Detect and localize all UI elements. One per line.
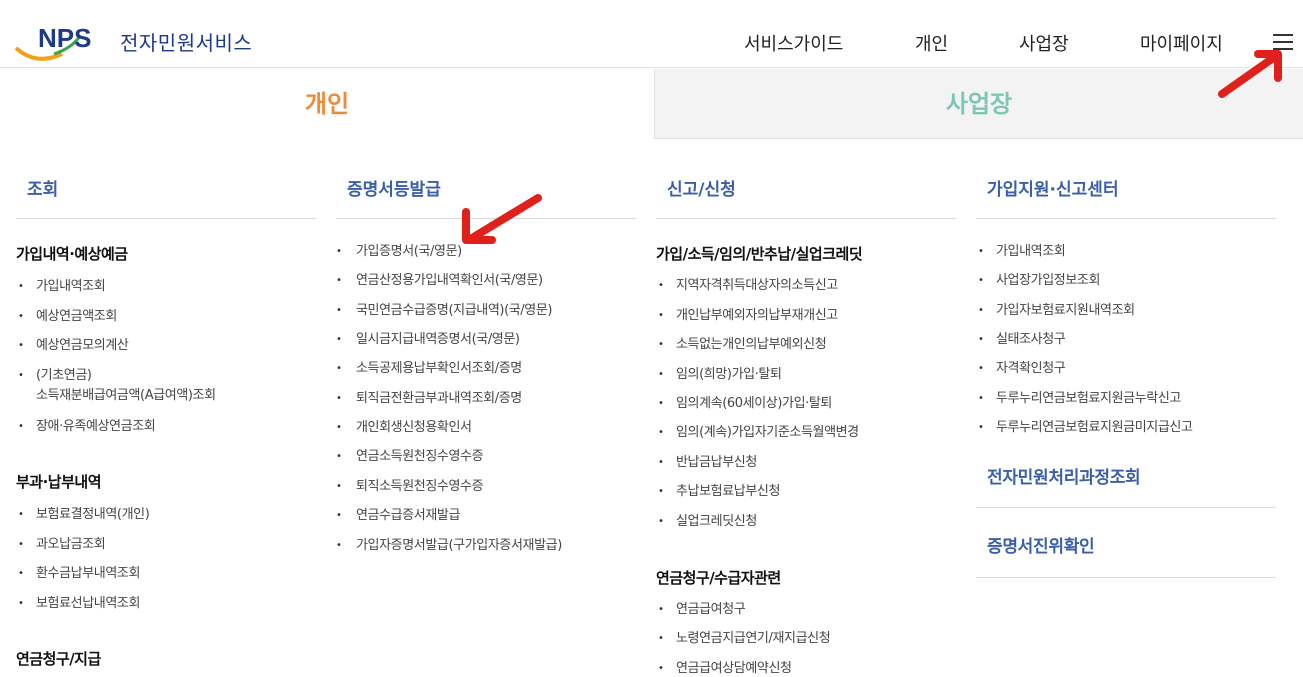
tab-business[interactable]: 사업장 (654, 69, 1303, 139)
list-item[interactable]: • 노령연금지급연기/재지급신청 (658, 629, 831, 649)
column-title: 증명서등발급 (347, 180, 441, 200)
list-item[interactable]: • 퇴직금전환금부과내역조회/증명 (336, 389, 522, 409)
column-title: 신고/신청 (667, 180, 736, 200)
list-item[interactable]: • 반납금납부신청 (658, 453, 757, 473)
list-item[interactable]: • 과오납금조회 (18, 535, 106, 555)
list-item[interactable]: • 개인납부예외자의납부재개신고 (658, 306, 838, 326)
site-header: NPS 전자민원서비스 서비스가이드 개인 사업장 마이페이지 (0, 0, 1303, 68)
list-item[interactable]: • 국민연금수급증명(지급내역)(국/영문) (336, 301, 552, 321)
list-item[interactable]: • 연금수급증서재발급 (336, 506, 460, 526)
list-item[interactable]: • 임의계속(60세이상)가입·탈퇴 (658, 394, 832, 414)
list-item[interactable]: • 연금소득원천징수영수증 (336, 447, 484, 467)
tab-personal[interactable]: 개인 (0, 69, 654, 139)
section-title: 부과·납부내역 (16, 473, 102, 491)
logo-text: NPS (38, 23, 91, 53)
list-item[interactable]: • 예상연금액조회 (18, 307, 117, 327)
list-item[interactable]: • 연금급여청구 (658, 600, 746, 620)
list-item[interactable]: • 개인회생신청용확인서 (336, 418, 472, 438)
section-title: 연금청구/수급자관련 (656, 569, 781, 587)
list-item[interactable]: • 실업크레딧신청 (658, 512, 757, 532)
list-item[interactable]: • 연금급여상담예약신청 (658, 659, 792, 677)
service-name: 전자민원서비스 (120, 31, 253, 55)
nav-business[interactable]: 사업장 (1019, 30, 1069, 56)
list-item[interactable]: • 임의(희망)가입·탈퇴 (658, 365, 782, 385)
divider (976, 218, 1276, 219)
nps-logo[interactable]: NPS 전자민원서비스 (14, 22, 254, 68)
list-item[interactable]: • 일시금지급내역증명서(국/영문) (336, 330, 520, 350)
list-item[interactable]: • 지역자격취득대상자의소득신고 (658, 276, 838, 296)
section-title: 가입/소득/임의/반추납/실업크레딧 (656, 245, 863, 263)
list-item[interactable]: • 임의(계속)가입자기준소득월액변경 (658, 423, 859, 443)
divider (976, 577, 1276, 578)
list-item[interactable]: • 환수금납부내역조회 (18, 564, 140, 584)
nav-mypage[interactable]: 마이페이지 (1140, 30, 1223, 56)
list-item[interactable]: • 연금산정용가입내역확인서(국/영문) (336, 271, 543, 291)
list-item[interactable]: • 두루누리연금보험료지원금미지급신고 (978, 418, 1193, 438)
nav-service-guide[interactable]: 서비스가이드 (744, 30, 843, 56)
red-arrow-icon (462, 194, 542, 244)
list-item[interactable]: • 보험료결정내역(개인) (18, 505, 150, 525)
list-item[interactable]: • 두루누리연금보험료지원금누락신고 (978, 389, 1181, 409)
list-item[interactable]: • (기초연금) 소득재분배급여금액(A급여액)조회 (18, 366, 216, 406)
list-item[interactable]: • 실태조사청구 (978, 330, 1066, 350)
section-title: 가입내역·예상예금 (16, 245, 128, 263)
link-certificate-verify[interactable]: 증명서진위확인 (987, 532, 1095, 557)
section-title: 연금청구/지급 (16, 650, 101, 668)
list-item[interactable]: • 예상연금모의계산 (18, 336, 129, 356)
list-item[interactable]: • 자격확인청구 (978, 359, 1066, 379)
list-item[interactable]: • 가입내역조회 (18, 277, 106, 297)
list-item[interactable]: • 가입자증명서발급(구가입자증서재발급) (336, 536, 562, 556)
divider (656, 218, 956, 219)
nav-personal[interactable]: 개인 (915, 30, 948, 56)
column-title: 가입지원·신고센터 (987, 180, 1119, 200)
list-item[interactable]: • 보험료선납내역조회 (18, 594, 140, 614)
column-title: 조회 (27, 180, 59, 200)
list-item[interactable]: • 퇴직소득원천징수영수증 (336, 477, 484, 497)
divider (16, 218, 316, 219)
list-item[interactable]: • 가입내역조회 (978, 242, 1066, 262)
list-item[interactable]: • 가입증명서(국/영문) (336, 242, 462, 262)
list-item[interactable]: • 소득공제용납부확인서조회/증명 (336, 359, 522, 379)
list-item[interactable]: • 소득없는개인의납부예외신청 (658, 335, 827, 355)
list-item[interactable]: • 사업장가입정보조회 (978, 271, 1100, 291)
red-arrow-icon (1218, 50, 1282, 98)
list-item[interactable]: • 가입자보험료지원내역조회 (978, 301, 1135, 321)
divider (976, 507, 1276, 508)
list-item[interactable]: • 장애·유족예상연금조회 (18, 417, 156, 437)
nps-logo-icon: NPS (14, 23, 91, 61)
link-application-process[interactable]: 전자민원처리과정조회 (987, 463, 1141, 488)
list-item[interactable]: • 추납보험료납부신청 (658, 482, 780, 502)
